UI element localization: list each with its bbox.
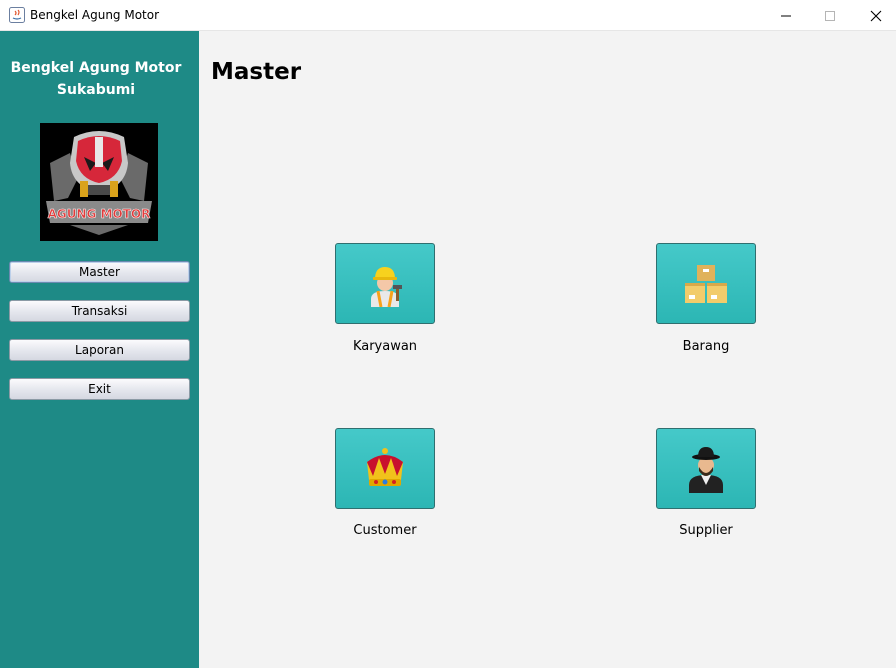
supplier-button[interactable] (656, 428, 756, 509)
karyawan-label: Karyawan (352, 339, 418, 354)
sidebar: Bengkel Agung Motor Sukabumi AGUNG MOTOR… (0, 31, 199, 668)
barang-button[interactable] (656, 243, 756, 324)
barang-label: Barang (682, 339, 730, 354)
minimize-icon (781, 15, 791, 16)
nav-master-button[interactable]: Master (9, 261, 190, 283)
brand-name: Bengkel Agung Motor Sukabumi (0, 57, 192, 101)
minimize-button[interactable] (763, 0, 809, 31)
brand-line-1: Bengkel Agung Motor (10, 60, 182, 76)
logo-text: AGUNG MOTOR (48, 207, 151, 221)
customer-button[interactable] (335, 428, 435, 509)
man-hat-icon (689, 446, 723, 493)
agung-motor-logo: AGUNG MOTOR (40, 123, 158, 241)
window-titlebar: Bengkel Agung Motor (0, 0, 896, 31)
close-button[interactable] (853, 0, 896, 31)
main-panel: Master Karyawan Barang Customer Supplier (199, 31, 896, 668)
nav-transaksi-label: Transaksi (71, 304, 128, 318)
supplier-label: Supplier (679, 523, 733, 538)
maximize-button[interactable] (807, 0, 853, 31)
close-icon (870, 10, 882, 21)
karyawan-button[interactable] (335, 243, 435, 324)
boxes-icon (685, 264, 727, 303)
crown-icon (367, 447, 403, 486)
customer-label: Customer (353, 523, 417, 538)
java-app-icon (9, 7, 25, 23)
maximize-icon (825, 10, 835, 21)
worker-icon (371, 266, 402, 307)
brand-line-2: Sukabumi (56, 82, 136, 98)
nav-exit-button[interactable]: Exit (9, 378, 190, 400)
nav-exit-label: Exit (88, 382, 111, 396)
nav-laporan-label: Laporan (75, 343, 124, 357)
nav-master-label: Master (79, 265, 120, 279)
nav-laporan-button[interactable]: Laporan (9, 339, 190, 361)
nav-transaksi-button[interactable]: Transaksi (9, 300, 190, 322)
page-title: Master (211, 59, 302, 85)
window-title: Bengkel Agung Motor (30, 8, 160, 22)
